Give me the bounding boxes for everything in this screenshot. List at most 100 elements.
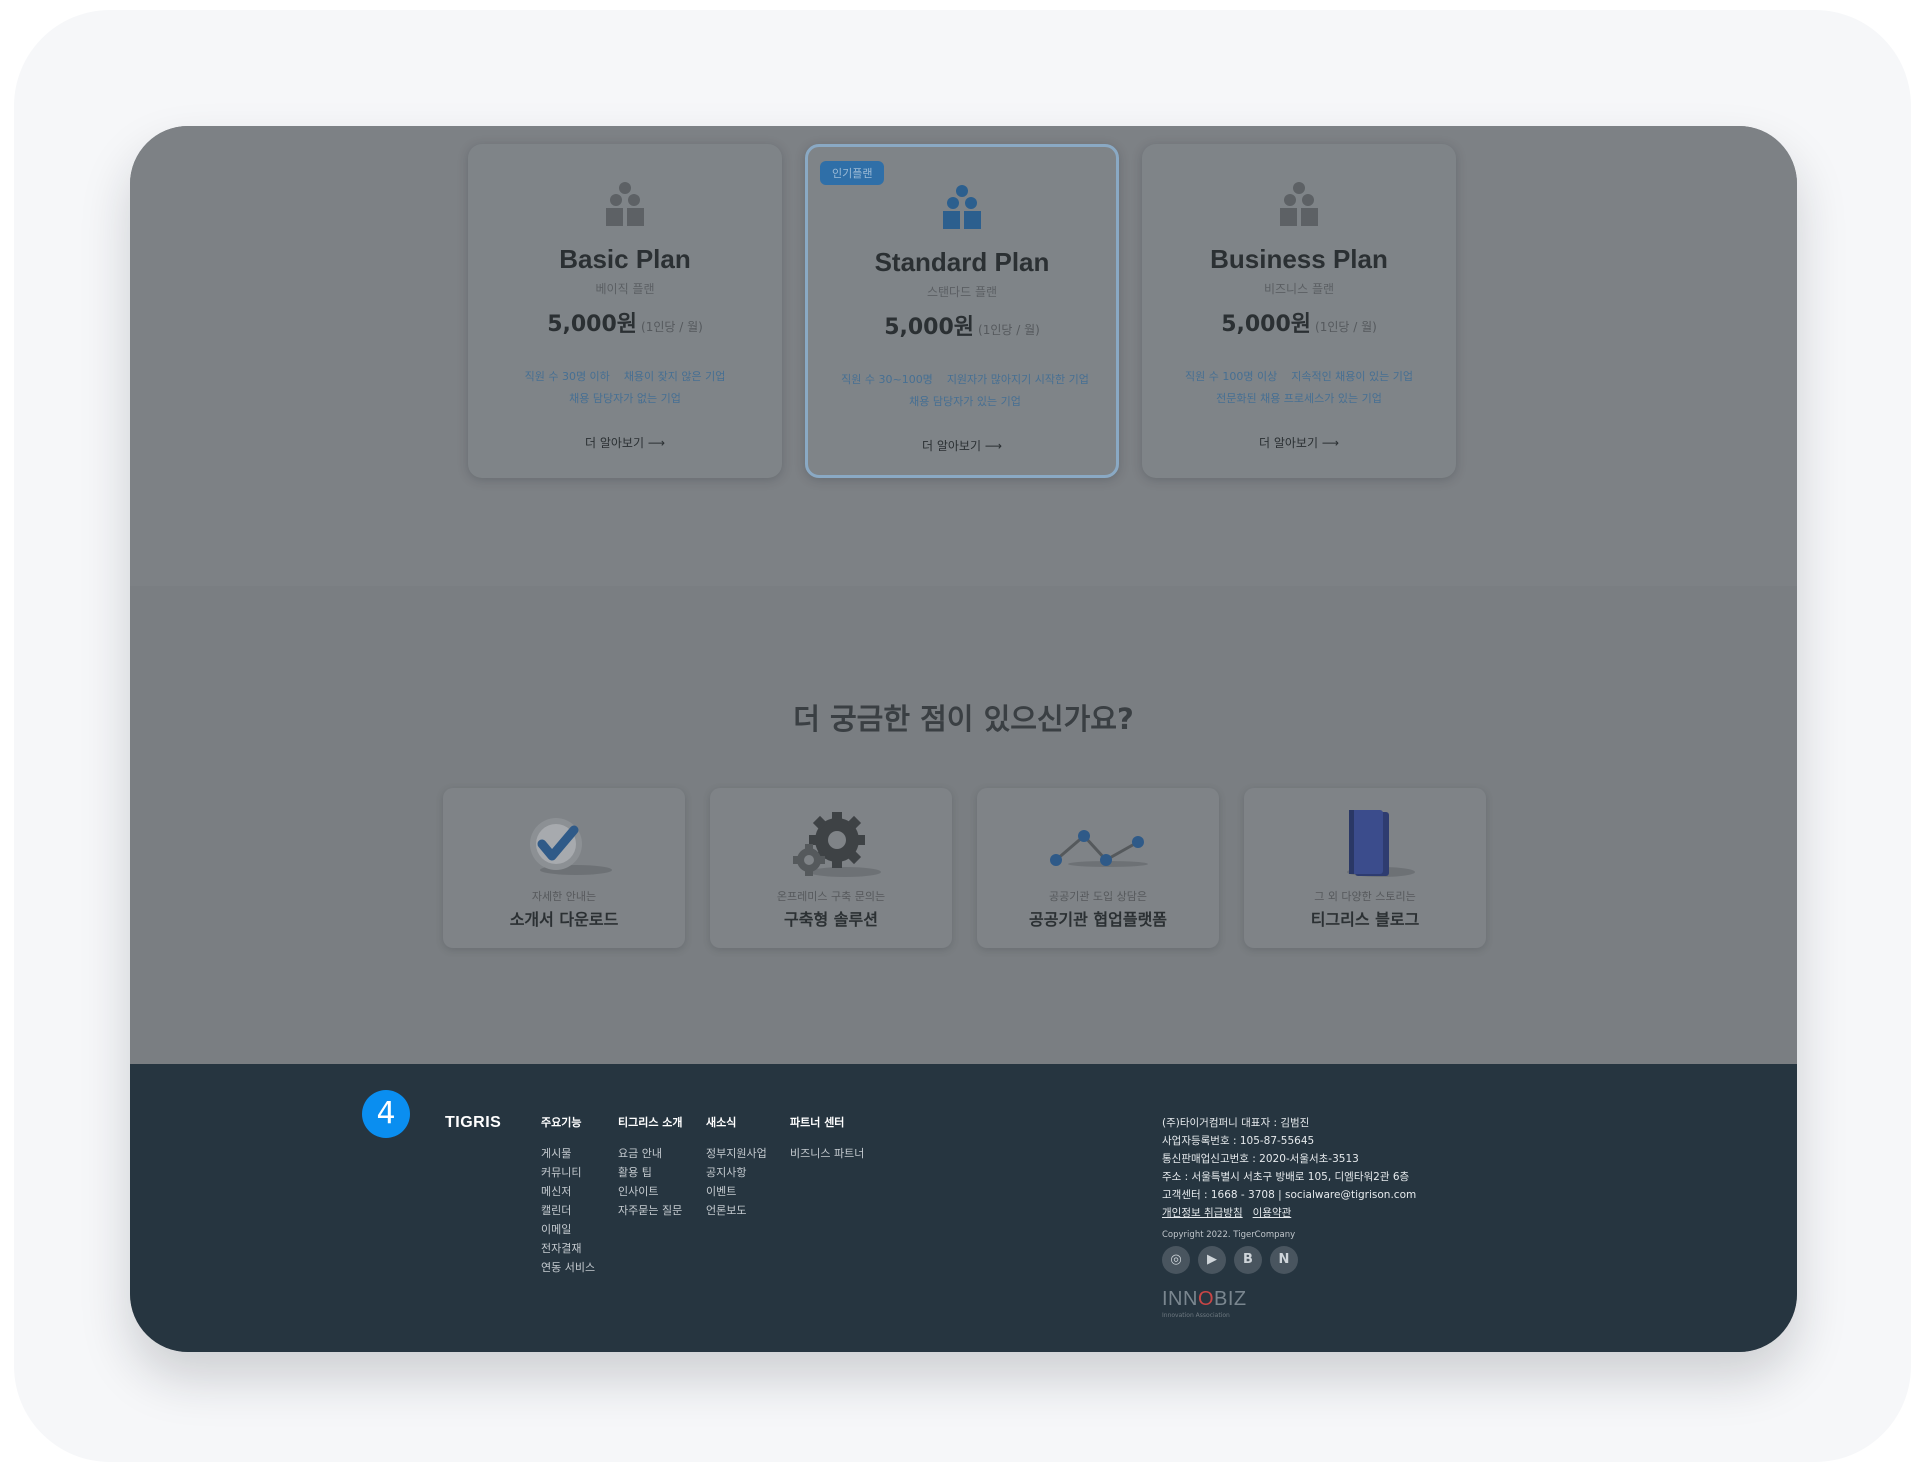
- gear-icon: [793, 812, 881, 877]
- company-info-line: 주소 : 서울특별시 서초구 방배로 105, 디엠타워2관 6층: [1162, 1171, 1410, 1183]
- plan-tag: 전문화된 채용 프로세스가 있는 기업: [1216, 392, 1382, 405]
- step-number-badge: 4: [362, 1090, 410, 1138]
- copyright: Copyright 2022. TigerCompany: [1162, 1230, 1296, 1240]
- footer-link[interactable]: 공지사항: [706, 1163, 767, 1182]
- footer-link[interactable]: 언론보도: [706, 1201, 767, 1220]
- company-info: (주)타이거컴퍼니 대표자 : 김범진 사업자등록번호 : 105-87-556…: [1162, 1114, 1416, 1244]
- footer-link[interactable]: 게시물: [541, 1144, 595, 1163]
- footer-link[interactable]: 메신저: [541, 1182, 595, 1201]
- footer-column-heading: 티그리스 소개: [618, 1116, 683, 1129]
- faq-card-public[interactable]: 공공기관 도입 상담은 공공기관 협업플랫폼: [977, 788, 1219, 948]
- footer-logo[interactable]: TIGRIS: [445, 1114, 501, 1132]
- company-info-line: 사업자등록번호 : 105-87-55645: [1162, 1135, 1315, 1147]
- footer-link[interactable]: 전자결재: [541, 1239, 595, 1258]
- naver-icon[interactable]: N: [1270, 1246, 1298, 1274]
- popular-badge: 인기플랜: [820, 161, 885, 185]
- plan-card-standard[interactable]: 인기플랜 Standard Plan 스탠다드 플랜 5,000원 (1인당 / …: [805, 144, 1119, 478]
- policy-links: 개인정보 취급방침 이용약관: [1162, 1204, 1416, 1222]
- plan-subtitle: 베이직 플랜: [595, 282, 655, 296]
- terms-link[interactable]: 이용약관: [1253, 1207, 1292, 1219]
- plan-tags: 직원 수 30명 이하 채용이 잦지 않은 기업 채용 담당자가 없는 기업: [488, 366, 762, 410]
- plan-card-business[interactable]: Business Plan 비즈니스 플랜 5,000원 (1인당 / 월) 직원…: [1142, 144, 1456, 478]
- plan-price: 5,000원 (1인당 / 월): [468, 306, 782, 338]
- faq-card-onpremise[interactable]: 온프레미스 구축 문의는 구축형 솔루션: [710, 788, 952, 948]
- plan-tag: 직원 수 30명 이하: [524, 370, 610, 383]
- check-icon: [530, 818, 612, 875]
- footer-link[interactable]: 커뮤니티: [541, 1163, 595, 1182]
- footer-column-partner: 파트너 센터 비즈니스 파트너: [790, 1114, 864, 1163]
- faq-card-title: 구축형 솔루션: [784, 910, 878, 929]
- price-unit: (1인당 / 월): [641, 320, 703, 334]
- innobiz-text: BIZ: [1214, 1288, 1247, 1310]
- innobiz-subtitle: Innovation Association: [1162, 1312, 1230, 1319]
- social-links: ◎ ▶ B N: [1162, 1246, 1306, 1274]
- privacy-policy-link[interactable]: 개인정보 취급방침: [1162, 1207, 1243, 1219]
- network-icon: [1050, 830, 1148, 867]
- faq-card-title: 소개서 다운로드: [509, 910, 619, 929]
- faq-card-subtitle: 그 외 다양한 스토리는: [1314, 890, 1416, 903]
- company-info-line: 통신판매업신고번호 : 2020-서울서초-3513: [1162, 1153, 1359, 1165]
- plan-card-basic[interactable]: Basic Plan 베이직 플랜 5,000원 (1인당 / 월) 직원 수 3…: [468, 144, 782, 478]
- arrow-right-icon: ⟶: [984, 439, 1003, 453]
- learn-more-label: 더 알아보기: [921, 439, 981, 453]
- innobiz-text: INN: [1162, 1288, 1198, 1310]
- plan-tags: 직원 수 30~100명 지원자가 많아지기 시작한 기업 채용 담당자가 있는 …: [828, 369, 1102, 413]
- plan-subtitle: 스탠다드 플랜: [926, 285, 998, 299]
- faq-card-title: 공공기관 협업플랫폼: [1028, 910, 1168, 929]
- company-info-line: (주)타이거컴퍼니 대표자 : 김범진: [1162, 1117, 1310, 1129]
- footer-column-features: 주요기능 게시물 커뮤니티 메신저 캘린더 이메일 전자결재 연동 서비스: [541, 1114, 595, 1277]
- blog-icon[interactable]: B: [1234, 1246, 1262, 1274]
- plan-tag: 직원 수 30~100명: [841, 373, 933, 386]
- price-value: 5,000원: [1221, 312, 1312, 337]
- price-value: 5,000원: [884, 315, 975, 340]
- innobiz-o: O: [1197, 1288, 1215, 1310]
- footer-link[interactable]: 자주묻는 질문: [618, 1201, 683, 1220]
- faq-card-subtitle: 공공기관 도입 상담은: [1048, 890, 1148, 903]
- plan-icon: [1280, 182, 1318, 226]
- learn-more-link[interactable]: 더 알아보기 ⟶: [468, 434, 782, 451]
- plan-subtitle: 비즈니스 플랜: [1263, 282, 1335, 296]
- youtube-icon[interactable]: ▶: [1198, 1246, 1226, 1274]
- plan-name: Standard Plan: [874, 247, 1050, 277]
- plan-tag: 채용 담당자가 없는 기업: [569, 392, 681, 405]
- price-unit: (1인당 / 월): [1315, 320, 1377, 334]
- footer-link[interactable]: 이벤트: [706, 1182, 767, 1201]
- footer-column-about: 티그리스 소개 요금 안내 활용 팁 인사이트 자주묻는 질문: [618, 1114, 683, 1220]
- learn-more-link[interactable]: 더 알아보기 ⟶: [1142, 434, 1456, 451]
- faq-card-brochure[interactable]: 자세한 안내는 소개서 다운로드: [443, 788, 685, 948]
- plan-tag: 채용이 잦지 않은 기업: [623, 370, 726, 383]
- plan-name: Basic Plan: [559, 244, 691, 274]
- plan-price: 5,000원 (1인당 / 월): [808, 309, 1116, 341]
- learn-more-label: 더 알아보기: [1258, 436, 1318, 450]
- plan-tag: 채용 담당자가 있는 기업: [909, 395, 1021, 408]
- footer-column-heading: 파트너 센터: [790, 1116, 845, 1129]
- footer-column-heading: 주요기능: [541, 1116, 582, 1129]
- instagram-icon[interactable]: ◎: [1162, 1246, 1190, 1274]
- plan-tags: 직원 수 100명 이상 지속적인 채용이 있는 기업 전문화된 채용 프로세스가…: [1162, 366, 1436, 410]
- faq-section: 더 궁금한 점이 있으신가요? 자세한 안내는 소개서 다운로드 온프레미스 구…: [130, 586, 1797, 1066]
- footer-link[interactable]: 비즈니스 파트너: [790, 1144, 864, 1163]
- plan-tag: 지속적인 채용이 있는 기업: [1291, 370, 1414, 383]
- learn-more-label: 더 알아보기: [584, 436, 644, 450]
- footer-column-heading: 새소식: [706, 1116, 737, 1129]
- footer-link[interactable]: 활용 팁: [618, 1163, 683, 1182]
- company-info-line: 고객센터 : 1668 - 3708 | socialware@tigrison…: [1162, 1189, 1417, 1201]
- plan-icon: [943, 185, 981, 229]
- learn-more-link[interactable]: 더 알아보기 ⟶: [808, 437, 1116, 454]
- arrow-right-icon: ⟶: [647, 436, 666, 450]
- pricing-section: Basic Plan 베이직 플랜 5,000원 (1인당 / 월) 직원 수 3…: [130, 126, 1797, 586]
- browser-viewport: Basic Plan 베이직 플랜 5,000원 (1인당 / 월) 직원 수 3…: [130, 126, 1797, 1352]
- price-value: 5,000원: [547, 312, 638, 337]
- plan-tag: 직원 수 100명 이상: [1184, 370, 1278, 383]
- footer-link[interactable]: 요금 안내: [618, 1144, 683, 1163]
- footer-column-news: 새소식 정부지원사업 공지사항 이벤트 언론보도: [706, 1114, 767, 1220]
- footer-link[interactable]: 연동 서비스: [541, 1258, 595, 1277]
- footer-link[interactable]: 이메일: [541, 1220, 595, 1239]
- site-footer: 4 TIGRIS 주요기능 게시물 커뮤니티 메신저 캘린더 이메일 전자결재 …: [130, 1064, 1797, 1352]
- footer-link[interactable]: 정부지원사업: [706, 1144, 767, 1163]
- faq-card-subtitle: 온프레미스 구축 문의는: [776, 890, 886, 903]
- footer-link[interactable]: 인사이트: [618, 1182, 683, 1201]
- faq-card-blog[interactable]: 그 외 다양한 스토리는 티그리스 블로그: [1244, 788, 1486, 948]
- footer-link[interactable]: 캘린더: [541, 1201, 595, 1220]
- faq-title: 더 궁금한 점이 있으신가요?: [793, 702, 1134, 736]
